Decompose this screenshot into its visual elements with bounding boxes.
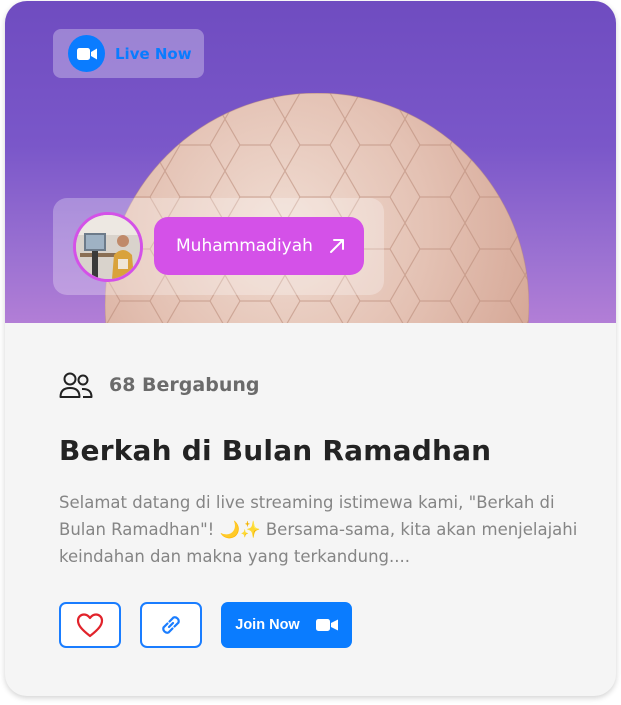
stream-card[interactable]: Live Now Muhammadiyah 68 Bergabung Berka…: [5, 1, 616, 696]
stream-title: Berkah di Bulan Ramadhan: [59, 434, 492, 467]
host-panel: Muhammadiyah: [53, 198, 384, 295]
share-link-button[interactable]: [140, 602, 202, 648]
live-now-label: Live Now: [115, 44, 192, 63]
action-bar: Join Now: [59, 602, 352, 648]
channel-link-button[interactable]: Muhammadiyah: [154, 217, 364, 275]
participants-info: 68 Bergabung: [59, 371, 259, 399]
video-camera-icon: [315, 619, 338, 631]
join-now-label: Join Now: [235, 617, 300, 633]
users-icon: [59, 372, 93, 398]
heart-icon: [76, 613, 104, 638]
link-icon: [162, 616, 180, 634]
arrow-up-right-icon: [330, 239, 344, 253]
participants-count: 68 Bergabung: [109, 374, 260, 396]
host-avatar[interactable]: [73, 212, 143, 282]
stream-details: 68 Bergabung Berkah di Bulan Ramadhan Se…: [5, 323, 616, 696]
like-button[interactable]: [59, 602, 121, 648]
stream-description: Selamat datang di live streaming istimew…: [59, 493, 578, 566]
video-camera-icon: [68, 35, 105, 72]
live-now-badge: Live Now: [53, 29, 204, 78]
channel-name: Muhammadiyah: [176, 236, 313, 256]
join-now-button[interactable]: Join Now: [221, 602, 352, 648]
stream-thumbnail: Live Now Muhammadiyah: [5, 1, 616, 323]
